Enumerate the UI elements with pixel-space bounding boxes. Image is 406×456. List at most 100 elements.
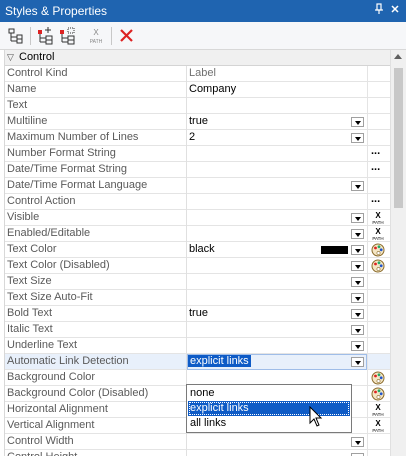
property-value[interactable]: true	[189, 115, 208, 127]
color-swatch	[321, 246, 348, 254]
dropdown-arrow-icon[interactable]	[351, 117, 364, 127]
dropdown-arrow-icon[interactable]	[351, 293, 364, 303]
dropdown-option[interactable]: explicit links	[188, 401, 350, 416]
pin-icon[interactable]	[372, 3, 386, 17]
column-divider	[367, 370, 368, 386]
add-style-icon[interactable]	[36, 26, 56, 46]
column-divider	[186, 178, 187, 194]
link-detection-dropdown-list[interactable]: none explicit links all links	[186, 384, 352, 433]
property-row[interactable]: Number Format String...	[5, 145, 391, 162]
property-name: Automatic Link Detection	[7, 355, 129, 367]
xpath-icon[interactable]: XPATH	[370, 227, 386, 241]
ellipsis-button[interactable]: ...	[371, 193, 380, 205]
xpath-icon[interactable]: XPATH	[370, 403, 386, 417]
section-header-control[interactable]: ▽ Control	[5, 50, 391, 66]
column-divider	[367, 178, 368, 194]
property-name: Background Color	[7, 371, 96, 383]
property-row[interactable]: Automatic Link Detection explicit links	[5, 354, 391, 370]
dropdown-arrow-icon[interactable]	[351, 277, 364, 287]
property-row[interactable]: Text Color black	[5, 242, 391, 258]
xpath-icon[interactable]: XPATH	[370, 419, 386, 433]
property-row[interactable]: Date/Time Format Language	[5, 178, 391, 194]
svg-text:PATH: PATH	[372, 428, 383, 433]
property-value[interactable]: 2	[189, 131, 195, 143]
property-value[interactable]: Label	[189, 67, 216, 79]
dropdown-arrow-icon[interactable]	[351, 357, 364, 367]
column-divider	[186, 242, 187, 258]
property-value[interactable]: Company	[189, 83, 236, 95]
dropdown-arrow-icon[interactable]	[351, 261, 364, 271]
dropdown-arrow-icon[interactable]	[351, 133, 364, 143]
property-value[interactable]: true	[189, 307, 208, 319]
svg-text:X: X	[375, 227, 381, 236]
property-name: Visible	[7, 211, 40, 223]
column-divider	[367, 82, 368, 98]
column-divider	[367, 114, 368, 130]
color-palette-icon[interactable]	[371, 259, 385, 273]
tree-view-icon[interactable]	[6, 26, 26, 46]
color-palette-icon[interactable]	[371, 371, 385, 385]
property-name: Text Color	[7, 243, 57, 255]
dropdown-arrow-icon[interactable]	[351, 341, 364, 351]
property-row[interactable]: Underline Text	[5, 338, 391, 354]
property-row[interactable]: Control Action...	[5, 193, 391, 210]
column-divider	[186, 194, 187, 210]
dropdown-arrow-icon[interactable]	[351, 437, 364, 447]
dropdown-arrow-icon[interactable]	[351, 309, 364, 319]
property-name: Text Size	[7, 275, 52, 287]
property-row[interactable]: Visible X PATH	[5, 210, 391, 226]
scroll-thumb[interactable]	[394, 68, 403, 208]
vertical-scrollbar[interactable]	[390, 50, 406, 456]
property-row[interactable]: Bold Text true	[5, 306, 391, 322]
property-value[interactable]: black	[189, 243, 215, 255]
dropdown-arrow-icon[interactable]	[351, 229, 364, 239]
add-property-icon[interactable]	[58, 26, 78, 46]
property-name: Vertical Alignment	[7, 419, 95, 431]
color-palette-icon[interactable]	[371, 243, 385, 257]
property-row[interactable]: Control Width	[5, 434, 391, 450]
property-row[interactable]: Control Kind Label	[5, 66, 391, 82]
property-row[interactable]: Name Company	[5, 82, 391, 98]
ellipsis-button[interactable]: ...	[371, 161, 380, 173]
dropdown-arrow-icon[interactable]	[351, 325, 364, 335]
property-name: Date/Time Format Language	[7, 179, 148, 191]
dropdown-option[interactable]: none	[188, 386, 350, 401]
property-row[interactable]: Enabled/Editable X PATH	[5, 226, 391, 242]
close-icon[interactable]	[388, 3, 402, 17]
xpath-icon[interactable]: X PATH	[86, 26, 106, 46]
property-row[interactable]: Text Size	[5, 274, 391, 290]
property-row[interactable]: Text Size Auto-Fit	[5, 290, 391, 306]
property-row[interactable]: Maximum Number of Lines 2	[5, 130, 391, 146]
dropdown-arrow-icon[interactable]	[351, 181, 364, 191]
property-name: Control Kind	[7, 67, 68, 79]
column-divider	[367, 274, 368, 290]
property-row[interactable]: Italic Text	[5, 322, 391, 338]
svg-text:X: X	[375, 403, 381, 412]
column-divider	[367, 306, 368, 322]
dropdown-arrow-icon[interactable]	[351, 245, 364, 255]
property-row[interactable]: Date/Time Format String...	[5, 161, 391, 178]
column-divider	[367, 194, 368, 210]
delete-icon[interactable]	[117, 26, 137, 46]
property-row[interactable]: Text	[5, 98, 391, 114]
title-bar: Styles & Properties	[0, 0, 406, 22]
column-divider	[367, 402, 368, 418]
color-palette-icon[interactable]	[371, 387, 385, 401]
svg-text:PATH: PATH	[90, 39, 103, 45]
ellipsis-button[interactable]: ...	[371, 145, 380, 157]
property-name: Text Color (Disabled)	[7, 259, 110, 271]
column-divider	[367, 210, 368, 226]
svg-text:X: X	[93, 28, 99, 37]
dropdown-option[interactable]: all links	[188, 416, 350, 431]
property-name: Control Height	[7, 451, 185, 456]
column-divider	[186, 338, 187, 354]
property-row[interactable]: Text Color (Disabled)	[5, 258, 391, 274]
scroll-up-arrow-icon[interactable]	[394, 54, 402, 59]
property-value[interactable]: explicit links	[188, 355, 251, 367]
property-row[interactable]: Multiline true	[5, 114, 391, 130]
property-name: Control Action	[7, 195, 76, 207]
dropdown-arrow-icon[interactable]	[351, 213, 364, 223]
collapse-triangle-icon[interactable]: ▽	[7, 52, 14, 63]
property-row[interactable]: Control Height	[5, 450, 391, 456]
xpath-icon[interactable]: XPATH	[370, 211, 386, 225]
